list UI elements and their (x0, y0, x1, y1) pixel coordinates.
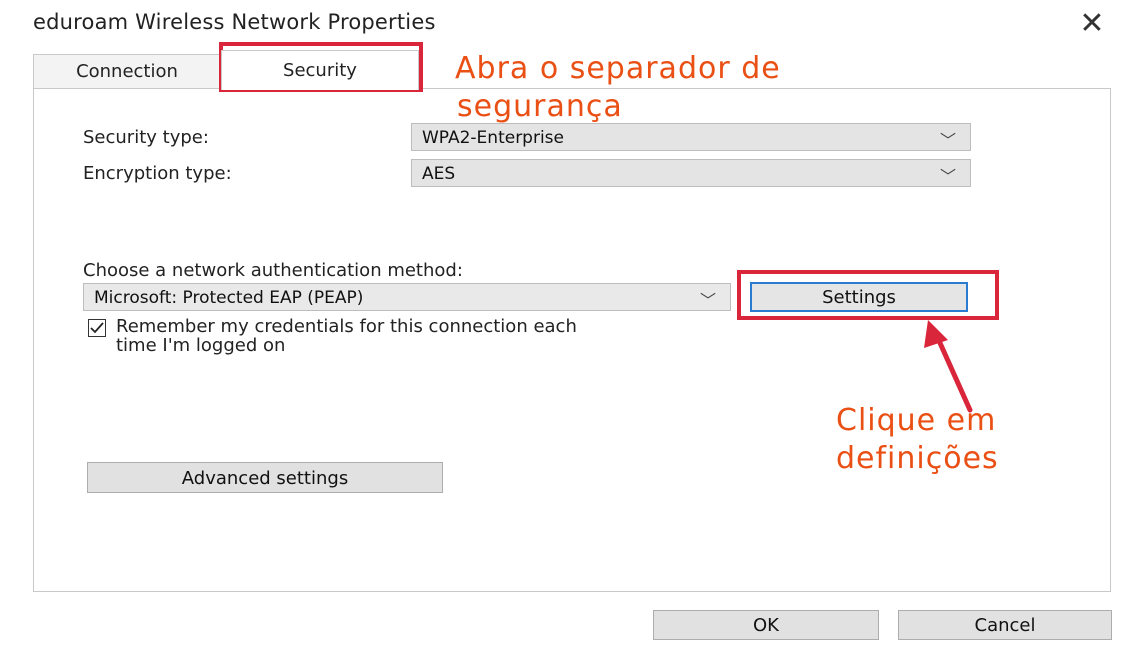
close-icon[interactable]: ✕ (1074, 6, 1110, 42)
tab-connection[interactable]: Connection (33, 54, 221, 90)
window-title: eduroam Wireless Network Properties (33, 10, 436, 34)
encryption-type-select[interactable]: AES ﹀ (411, 159, 971, 187)
arrow-up-icon (924, 320, 973, 413)
security-type-label: Security type: (83, 127, 209, 148)
annotation-open-tab: Abra o separador de segurança (455, 50, 781, 126)
annotation-click-line2: definições (836, 441, 999, 476)
remember-line-2: time I'm logged on (116, 335, 286, 356)
encryption-type-label: Encryption type: (83, 163, 232, 184)
ok-button[interactable]: OK (653, 610, 879, 640)
annotation-open-tab-line2: segurança (457, 89, 623, 124)
security-type-select[interactable]: WPA2-Enterprise ﹀ (411, 123, 971, 151)
cancel-button[interactable]: Cancel (898, 610, 1112, 640)
annotation-open-tab-line1: Abra o separador de (455, 51, 781, 86)
security-type-value: WPA2-Enterprise (422, 128, 565, 148)
auth-method-label: Choose a network authentication method: (83, 260, 463, 281)
remember-credentials-label: Remember my credentials for this connect… (116, 317, 577, 355)
auth-method-value: Microsoft: Protected EAP (PEAP) (94, 288, 364, 308)
chevron-down-icon: ﹀ (939, 131, 956, 150)
settings-button-highlight (737, 270, 999, 320)
advanced-settings-button[interactable]: Advanced settings (87, 462, 443, 493)
remember-credentials-checkbox[interactable] (88, 319, 106, 337)
tab-security[interactable]: Security (221, 50, 419, 90)
auth-method-select[interactable]: Microsoft: Protected EAP (PEAP) ﹀ (83, 283, 731, 311)
chevron-down-icon: ﹀ (939, 167, 956, 186)
encryption-type-value: AES (422, 164, 456, 184)
checkmark-icon (90, 322, 104, 334)
chevron-down-icon: ﹀ (699, 291, 716, 310)
remember-line-1: Remember my credentials for this connect… (116, 316, 577, 337)
